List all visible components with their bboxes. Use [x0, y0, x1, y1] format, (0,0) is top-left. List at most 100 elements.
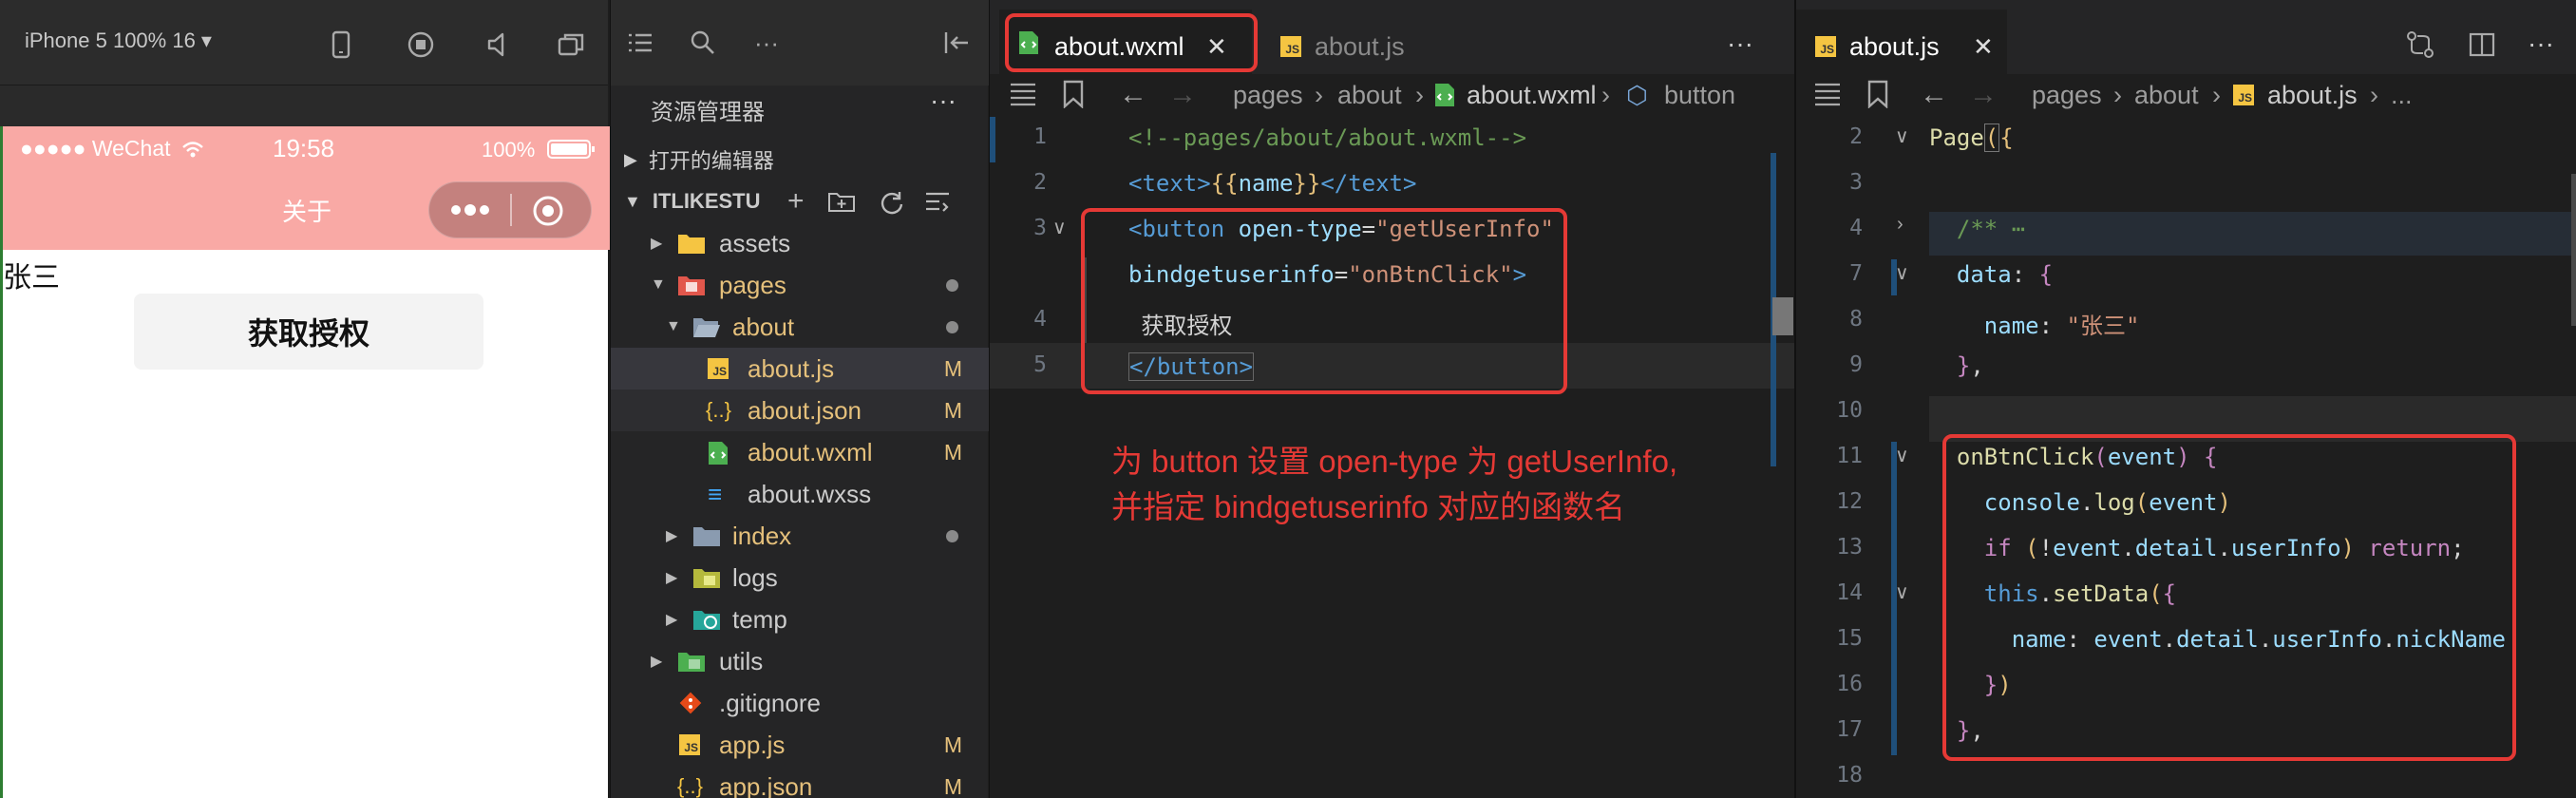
folder-utils-icon: [677, 650, 706, 673]
speaker-icon[interactable]: [483, 28, 515, 61]
tree-item-assets[interactable]: ▶ assets: [611, 222, 989, 264]
tree-item-utils[interactable]: ▶ utils: [611, 640, 989, 682]
folder-logs-icon: [692, 566, 721, 589]
tree-item-label: index: [732, 521, 792, 550]
more-icon[interactable]: ···: [748, 27, 786, 59]
close-mini-program-icon[interactable]: [530, 194, 566, 228]
modified-dot: [946, 529, 958, 542]
tree-item-pages[interactable]: ▼ pages: [611, 264, 989, 306]
new-file-icon[interactable]: +: [787, 185, 805, 218]
json-file-icon: {..}: [677, 774, 703, 798]
scrollbar-thumb[interactable]: [1772, 297, 1793, 335]
line-number: 12: [1836, 489, 1863, 514]
code-line: <!--pages/about/about.wxml-->: [1128, 124, 1527, 151]
window-icon[interactable]: [555, 28, 587, 61]
tree-item-label: about.json: [748, 395, 862, 425]
chevron-right-icon: ▶: [666, 612, 678, 628]
tree-item-gitignore[interactable]: .gitignore: [611, 682, 989, 724]
battery-icon: [546, 138, 597, 161]
fold-chevron-icon[interactable]: ∨: [1895, 124, 1909, 148]
tree-item-about-wxml[interactable]: about.wxml M: [611, 431, 989, 473]
breadcrumb-item[interactable]: pages: [2032, 81, 2102, 110]
breadcrumb-separator: ›: [1315, 80, 1323, 109]
toggle-panel-icon[interactable]: [939, 27, 974, 59]
tree-item-about-json[interactable]: {..} about.json M: [611, 390, 989, 431]
forward-arrow-icon[interactable]: →: [1168, 79, 1197, 111]
new-folder-icon[interactable]: [827, 190, 856, 213]
list-icon[interactable]: [624, 27, 656, 59]
auth-button[interactable]: 获取授权: [134, 294, 483, 370]
tree-item-about-js[interactable]: JS about.js M: [611, 348, 989, 390]
more-actions-icon[interactable]: ···: [2528, 28, 2554, 59]
activity-bar: ···: [611, 0, 989, 86]
scrollbar-thumb[interactable]: [2571, 174, 2576, 326]
tree-item-about-folder[interactable]: ▼ about: [611, 306, 989, 348]
more-dots-icon[interactable]: [446, 196, 494, 224]
forward-arrow-icon[interactable]: →: [1969, 79, 1998, 111]
code-area[interactable]: 2 3 4 7 8 9 10 11 12 13 14 15 16 17 18 ∨…: [1796, 117, 2576, 798]
tree-item-label: pages: [719, 270, 786, 299]
breadcrumb-item[interactable]: button: [1664, 81, 1735, 110]
capsule-menu[interactable]: [428, 181, 592, 238]
tree-item-about-wxss[interactable]: ≡ about.wxss: [611, 473, 989, 515]
tree-item-index[interactable]: ▶ index: [611, 515, 989, 557]
code-area[interactable]: 1 2 3 4 5 ∨ <!--pages/about/about.wxml--…: [990, 117, 1795, 798]
chevron-right-icon: ▶: [651, 654, 663, 670]
fold-chevron-icon[interactable]: ∨: [1895, 261, 1909, 285]
compare-icon[interactable]: [2406, 30, 2436, 61]
breadcrumb-item[interactable]: about: [2134, 81, 2199, 110]
tab-about-js[interactable]: JS about.js ✕: [1796, 10, 2007, 84]
line-number: 1: [1033, 124, 1047, 149]
fold-chevron-right-icon[interactable]: ›: [1897, 214, 1904, 236]
wxss-file-icon: ≡: [708, 479, 723, 508]
phone-icon[interactable]: [327, 28, 355, 61]
project-section[interactable]: ▼ ITLIKESTU +: [611, 180, 989, 222]
explorer-panel: ··· 资源管理器 ··· ▶ 打开的编辑器 ▼ ITLIKESTU + ▶ a…: [610, 0, 989, 798]
close-icon[interactable]: ✕: [1973, 32, 1994, 62]
tree-item-logs[interactable]: ▶ logs: [611, 557, 989, 598]
tree-item-app-js[interactable]: JS app.js M: [611, 724, 989, 766]
tab-about-js[interactable]: JS about.js: [1261, 10, 1461, 84]
list-icon[interactable]: [1813, 80, 1844, 108]
tree-item-temp[interactable]: ▶ temp: [611, 598, 989, 640]
git-status-badge: M: [943, 732, 962, 757]
open-editors-section[interactable]: ▶ 打开的编辑器: [611, 139, 989, 180]
line-number: 2: [1033, 170, 1047, 195]
fold-chevron-icon[interactable]: ∨: [1895, 444, 1909, 467]
git-status-badge: M: [943, 773, 962, 798]
bookmark-icon[interactable]: [1062, 80, 1087, 109]
bookmark-icon[interactable]: [1866, 80, 1891, 109]
folder-temp-icon: [692, 608, 721, 631]
stop-icon[interactable]: [405, 28, 437, 61]
breadcrumb-item[interactable]: about.wxml: [1467, 81, 1597, 110]
tree-item-label: assets: [719, 228, 791, 257]
wxml-file-icon: [1434, 83, 1455, 107]
folder-open-icon: [692, 315, 721, 338]
breadcrumb-item[interactable]: ...: [2391, 81, 2413, 110]
collapse-icon[interactable]: [924, 190, 951, 215]
simulator-gap: [0, 86, 608, 126]
refresh-icon[interactable]: [879, 189, 905, 216]
editor-tabbar: about.wxml ✕ JS about.js ···: [990, 0, 1795, 84]
chevron-down-icon: ▼: [666, 318, 681, 334]
code-line: name: "张三": [1983, 313, 2140, 339]
fold-chevron-icon[interactable]: ∨: [1052, 216, 1067, 239]
device-selector[interactable]: iPhone 5 100% 16 ▾: [25, 28, 212, 53]
list-icon[interactable]: [1009, 80, 1039, 108]
fold-chevron-icon[interactable]: ∨: [1895, 580, 1909, 604]
more-actions-icon[interactable]: ···: [1727, 28, 1753, 59]
back-arrow-icon[interactable]: ←: [1920, 79, 1948, 111]
simulator-toolbar: iPhone 5 100% 16 ▾: [0, 0, 608, 86]
line-number: 2: [1849, 124, 1863, 149]
explorer-more-icon[interactable]: ···: [930, 86, 957, 116]
search-icon[interactable]: [687, 27, 719, 59]
split-editor-icon[interactable]: [2469, 32, 2497, 59]
breadcrumb-item[interactable]: pages: [1233, 81, 1303, 110]
breadcrumb-item[interactable]: about: [1337, 81, 1402, 110]
line-number: 16: [1836, 672, 1863, 696]
back-arrow-icon[interactable]: ←: [1119, 79, 1147, 111]
tree-item-label: app.json: [719, 771, 813, 798]
tree-item-app-json[interactable]: {..} app.json M: [611, 766, 989, 798]
breadcrumb-item[interactable]: about.js: [2267, 81, 2358, 110]
js-file-icon: JS: [1815, 36, 1836, 57]
